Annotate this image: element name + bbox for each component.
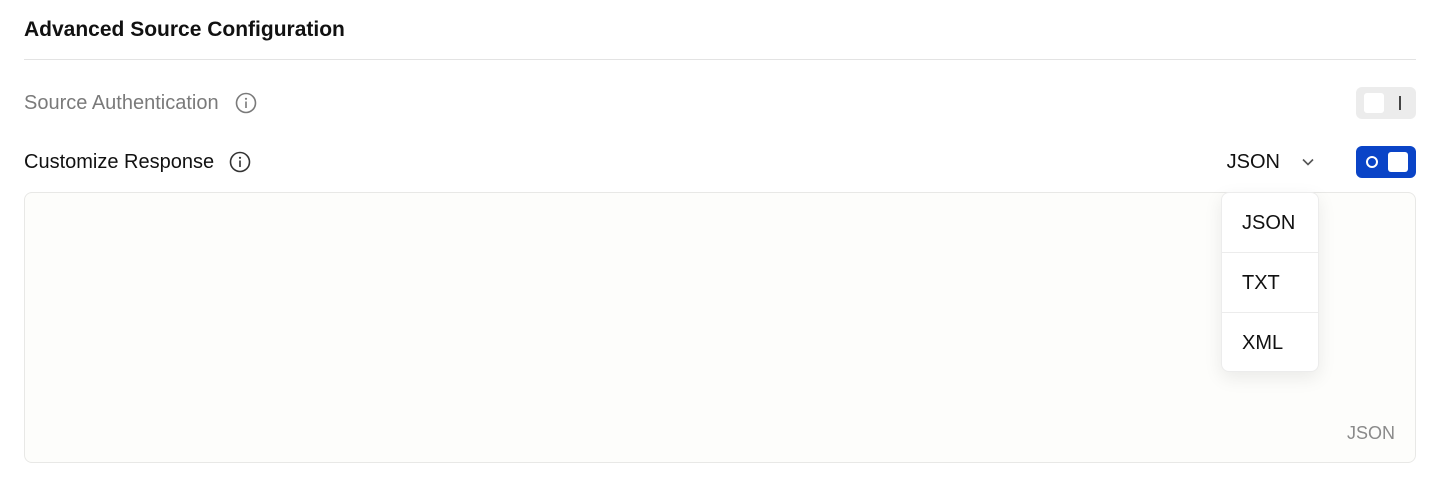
toggle-knob [1388, 152, 1408, 172]
source-authentication-toggle[interactable] [1356, 87, 1416, 119]
section-title: Advanced Source Configuration [24, 18, 345, 41]
section-divider [24, 59, 1416, 60]
customize-response-toggle[interactable] [1356, 146, 1416, 178]
format-dropdown-menu: JSON TXT XML [1221, 192, 1319, 372]
response-format-select[interactable]: JSON [1227, 151, 1316, 174]
chevron-down-icon [1300, 154, 1316, 170]
toggle-knob [1364, 93, 1384, 113]
customize-response-row: Customize Response JSON [24, 145, 1416, 179]
customize-response-label: Customize Response [24, 151, 215, 173]
source-authentication-row: Source Authentication [24, 86, 1416, 120]
dropdown-option-txt[interactable]: TXT [1222, 253, 1318, 313]
dropdown-option-xml[interactable]: XML [1222, 313, 1318, 371]
toggle-on-indicator [1366, 156, 1378, 168]
info-icon[interactable] [235, 92, 257, 114]
toggle-off-indicator [1399, 96, 1401, 110]
source-authentication-label: Source Authentication [24, 92, 219, 114]
response-format-value: JSON [1226, 150, 1280, 173]
info-icon[interactable] [229, 151, 251, 173]
response-editor[interactable]: JSON [24, 192, 1416, 463]
dropdown-option-json[interactable]: JSON [1222, 193, 1318, 253]
editor-language-label: JSON [1346, 423, 1395, 443]
advanced-source-configuration-panel: Advanced Source Configuration Source Aut… [0, 0, 1440, 484]
